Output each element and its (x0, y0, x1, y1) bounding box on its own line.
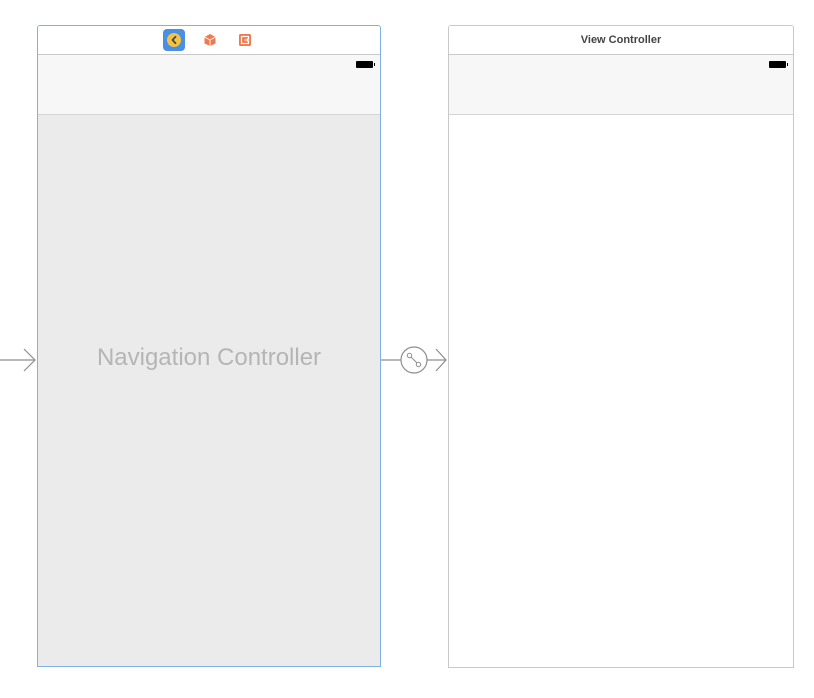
scene-dock (38, 26, 380, 55)
first-responder-icon[interactable] (200, 30, 220, 50)
navigation-bar[interactable] (38, 55, 380, 115)
battery-icon (356, 60, 375, 68)
root-view-controller-segue[interactable] (381, 346, 447, 374)
exit-icon[interactable] (235, 30, 255, 50)
view-controller-title: View Controller (449, 26, 793, 55)
view-controller-navigation-bar[interactable] (449, 55, 793, 115)
navigation-controller-icon[interactable] (163, 29, 185, 51)
navigation-controller-label: Navigation Controller (96, 344, 322, 371)
storyboard-canvas: Navigation Controller View Controller (0, 0, 814, 698)
initial-view-controller-arrow[interactable] (0, 348, 36, 372)
battery-icon (769, 60, 788, 68)
view-controller-scene[interactable]: View Controller (448, 25, 794, 668)
navigation-controller-scene[interactable]: Navigation Controller (37, 25, 381, 667)
